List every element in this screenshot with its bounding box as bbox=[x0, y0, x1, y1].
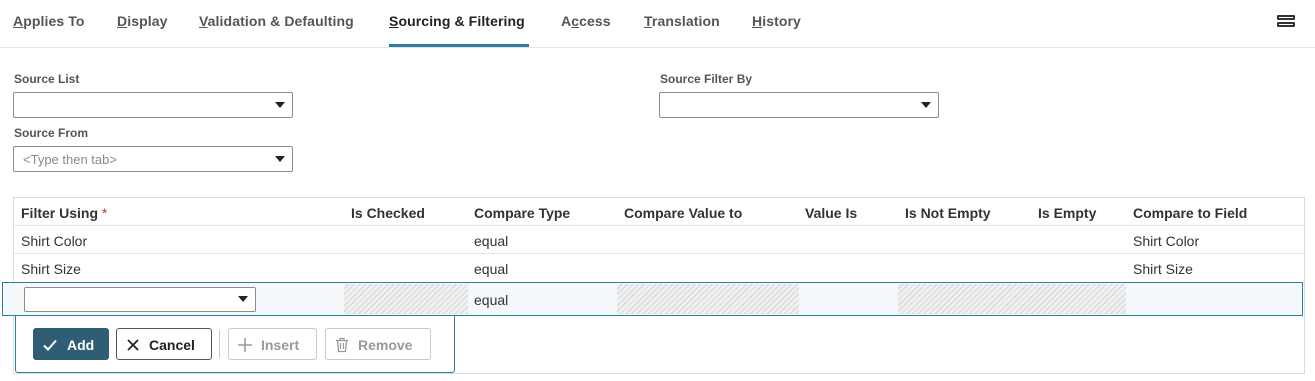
edit-row: equal bbox=[2, 282, 1303, 316]
tab-validation-defaulting[interactable]: Validation & Defaulting bbox=[199, 13, 354, 47]
source-list-label: Source List bbox=[14, 72, 80, 86]
tab-accesskey: T bbox=[644, 13, 652, 29]
tab-access[interactable]: Access bbox=[561, 13, 611, 47]
disabled-cell-is-checked bbox=[344, 284, 468, 314]
plus-icon bbox=[238, 338, 252, 352]
source-filter-by-label: Source Filter By bbox=[660, 72, 753, 86]
header-is-empty[interactable]: Is Empty bbox=[1038, 205, 1096, 221]
tab-accesskey: A bbox=[13, 13, 24, 29]
source-from-label: Source From bbox=[14, 126, 89, 140]
cell-compare-type[interactable]: equal bbox=[474, 292, 508, 308]
tab-display[interactable]: Display bbox=[117, 13, 168, 47]
header-compare-to-field[interactable]: Compare to Field bbox=[1133, 205, 1247, 221]
tab-label: istory bbox=[762, 13, 801, 29]
source-filter-by-select[interactable] bbox=[659, 92, 939, 118]
subtab-bar: Applies To Display Validation & Defaulti… bbox=[0, 0, 1315, 48]
header-compare-type[interactable]: Compare Type bbox=[474, 205, 570, 221]
tab-label: pplies To bbox=[23, 13, 85, 29]
source-from-placeholder: <Type then tab> bbox=[23, 152, 117, 167]
cell-compare-to-field: Shirt Color bbox=[1133, 233, 1200, 249]
tab-label: isplay bbox=[127, 13, 168, 29]
cell-compare-type: equal bbox=[474, 233, 509, 249]
tab-accesskey: D bbox=[117, 13, 128, 29]
check-icon bbox=[43, 339, 57, 351]
disabled-cell-compare-value-to bbox=[617, 284, 799, 314]
filter-using-select[interactable] bbox=[24, 287, 256, 312]
source-list-select[interactable] bbox=[13, 92, 293, 118]
tab-label: cess bbox=[579, 13, 611, 29]
trash-icon bbox=[336, 337, 348, 353]
tab-sourcing-filtering[interactable]: Sourcing & Filtering bbox=[389, 13, 529, 47]
tab-applies-to[interactable]: Applies To bbox=[13, 13, 85, 47]
remove-button[interactable]: Remove bbox=[325, 328, 431, 360]
cell-compare-type: equal bbox=[474, 261, 509, 277]
caret-down-icon bbox=[275, 102, 285, 108]
header-filter-using[interactable]: Filter Using * bbox=[21, 205, 107, 221]
disabled-cell-is-not-empty bbox=[898, 284, 1126, 314]
insert-button[interactable]: Insert bbox=[228, 328, 317, 360]
row-action-panel: Add Cancel Insert Remove bbox=[15, 316, 455, 373]
add-button[interactable]: Add bbox=[33, 328, 109, 360]
table-row[interactable]: Shirt Size equal Shirt Size bbox=[14, 253, 1304, 281]
source-from-combobox[interactable]: <Type then tab> bbox=[13, 146, 293, 172]
tab-label: alidation & Defaulting bbox=[207, 13, 354, 29]
stacked-menu-icon[interactable] bbox=[1277, 15, 1295, 33]
x-icon bbox=[127, 339, 139, 351]
button-divider bbox=[219, 330, 220, 358]
tab-history[interactable]: History bbox=[752, 13, 801, 47]
header-compare-value-to[interactable]: Compare Value to bbox=[624, 205, 742, 221]
cell-compare-to-field: Shirt Size bbox=[1133, 261, 1193, 277]
tab-label: ourcing & Filtering bbox=[398, 13, 525, 29]
tab-label-pre: A bbox=[561, 13, 572, 29]
tab-accesskey: c bbox=[571, 13, 580, 29]
cell-filter-using: Shirt Size bbox=[21, 261, 81, 277]
tab-accesskey: V bbox=[199, 13, 208, 29]
cancel-button[interactable]: Cancel bbox=[116, 328, 212, 360]
tab-accesskey: H bbox=[752, 13, 763, 29]
caret-down-icon bbox=[275, 156, 285, 162]
required-mark: * bbox=[101, 205, 108, 221]
header-is-checked[interactable]: Is Checked bbox=[351, 205, 425, 221]
header-value-is[interactable]: Value Is bbox=[805, 205, 857, 221]
caret-down-icon bbox=[921, 102, 931, 108]
table-row[interactable]: Shirt Color equal Shirt Color bbox=[14, 225, 1304, 253]
tab-label: ranslation bbox=[651, 13, 720, 29]
caret-down-icon bbox=[238, 296, 248, 302]
tab-translation[interactable]: Translation bbox=[644, 13, 720, 47]
cell-filter-using: Shirt Color bbox=[21, 233, 88, 249]
header-is-not-empty[interactable]: Is Not Empty bbox=[905, 205, 991, 221]
